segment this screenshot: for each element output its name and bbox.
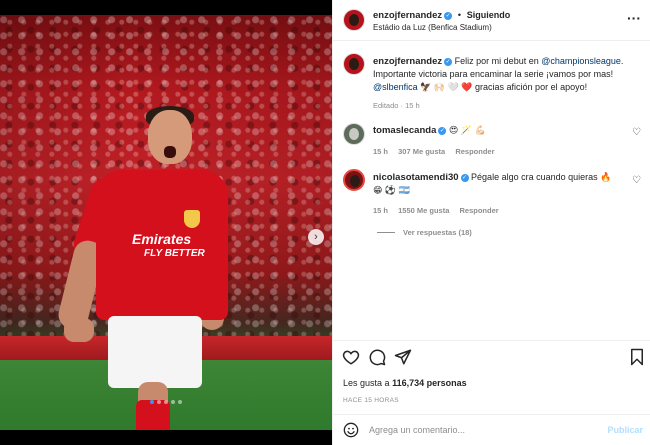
post-caption: enzojfernandez ✓ Feliz por mi debut en @c…: [373, 55, 643, 112]
likes-count: 116,734: [392, 378, 425, 388]
verified-badge-icon: ✓: [438, 127, 447, 135]
comment-item: tomaslecanda ✓ 😍 🪄 💪🏻: [373, 124, 623, 137]
post-timestamp: HACE 15 HORAS: [343, 397, 399, 404]
comment-item: nicolasotamendi30 ✓ Pégale algo cra cuand…: [373, 171, 623, 197]
comment-meta: 15 h 1550 Me gusta Responder: [373, 206, 507, 215]
post-header: enzojfernandez ✓ • Siguiendo Estádio da L…: [333, 0, 650, 36]
action-bar: [333, 348, 650, 368]
carousel-indicator: [0, 400, 332, 404]
mention-link[interactable]: @championsleague: [541, 56, 621, 66]
edited-label: Editado: [373, 101, 399, 110]
player-fist: [64, 318, 94, 342]
chevron-right-icon[interactable]: ›: [308, 229, 324, 245]
comment-username[interactable]: nicolasotamendi30: [373, 172, 459, 183]
more-horizontal-icon[interactable]: ···: [627, 10, 641, 26]
player-figure: Emirates FLY BETTER: [55, 106, 240, 430]
caption-emojis: 🦅 🙌🏻 🤍 ❤️: [420, 82, 473, 92]
comment-like-heart-icon[interactable]: ♡: [632, 128, 642, 138]
post-media[interactable]: Emirates FLY BETTER ›: [0, 0, 332, 445]
caption-text-1: Feliz por mi debut en: [454, 56, 539, 66]
send-icon[interactable]: [394, 348, 412, 366]
comment-text: 😍 🪄 💪🏻: [448, 125, 486, 135]
view-replies-label: Ver respuestas (18): [403, 228, 472, 237]
player-shorts: [108, 316, 202, 388]
caption-age: 15 h: [405, 101, 420, 110]
heart-icon[interactable]: [342, 348, 360, 366]
comment-input[interactable]: [369, 422, 589, 438]
header-line: enzojfernandez ✓ • Siguiendo: [373, 10, 510, 21]
header-divider: [333, 40, 650, 41]
jersey-sponsor: Emirates: [132, 231, 192, 247]
carousel-dot: [178, 400, 182, 404]
mention-link[interactable]: @slbenfica: [373, 82, 418, 92]
comment-icon[interactable]: [368, 348, 386, 366]
comment-likes[interactable]: 307 Me gusta: [398, 147, 445, 156]
verified-badge-icon: ✓: [444, 12, 453, 20]
view-replies-button[interactable]: Ver respuestas (18): [377, 228, 472, 237]
commenter-avatar[interactable]: [343, 169, 365, 191]
verified-badge-icon: ✓: [460, 174, 469, 182]
post-photo: Emirates FLY BETTER ›: [0, 15, 332, 430]
author-username[interactable]: enzojfernandez: [373, 10, 442, 21]
likes-summary[interactable]: Les gusta a 116,734 personas: [343, 378, 467, 388]
verified-badge-icon: ✓: [444, 58, 453, 66]
replies-line: [377, 232, 395, 233]
club-crest: [184, 210, 200, 228]
caption-avatar[interactable]: [343, 53, 365, 75]
actions-divider: [333, 340, 650, 341]
caption-meta: Editado · 15 h: [373, 99, 643, 112]
comment-like-heart-icon[interactable]: ♡: [632, 176, 642, 186]
post-location[interactable]: Estádio da Luz (Benfica Stadium): [373, 23, 492, 32]
reply-button[interactable]: Responder: [459, 206, 498, 215]
likes-suffix: personas: [426, 378, 467, 388]
commenter-avatar[interactable]: [343, 123, 365, 145]
carousel-dot: [164, 400, 168, 404]
reply-button[interactable]: Responder: [455, 147, 494, 156]
meta-dot: ·: [400, 101, 404, 110]
comment-age: 15 h: [373, 206, 389, 215]
player-mouth: [164, 146, 176, 158]
smiley-icon[interactable]: [343, 422, 359, 438]
author-avatar[interactable]: [343, 9, 365, 31]
caption-text-3: gracias afición por el apoyo!: [475, 82, 588, 92]
follow-status-button[interactable]: Siguiendo: [467, 10, 511, 20]
jersey-sponsor-tagline: FLY BETTER: [144, 248, 205, 259]
carousel-dot: [157, 400, 161, 404]
caption-username[interactable]: enzojfernandez: [373, 56, 442, 67]
carousel-dot: [171, 400, 175, 404]
comment-age: 15 h: [373, 147, 389, 156]
player-sock: [136, 400, 170, 430]
likes-prefix: Les gusta a: [343, 378, 390, 388]
post-side-panel: enzojfernandez ✓ • Siguiendo Estádio da L…: [332, 0, 650, 445]
publish-button[interactable]: Publicar: [607, 425, 643, 435]
carousel-dot: [150, 400, 154, 404]
bookmark-icon[interactable]: [628, 348, 646, 366]
header-separator: •: [457, 10, 462, 21]
comment-meta: 15 h 307 Me gusta Responder: [373, 147, 503, 156]
comment-box: Publicar: [333, 415, 650, 445]
comment-likes[interactable]: 1550 Me gusta: [398, 206, 449, 215]
comment-username[interactable]: tomaslecanda: [373, 125, 436, 136]
instagram-post: Emirates FLY BETTER › enzojfernandez ✓ •…: [0, 0, 650, 445]
